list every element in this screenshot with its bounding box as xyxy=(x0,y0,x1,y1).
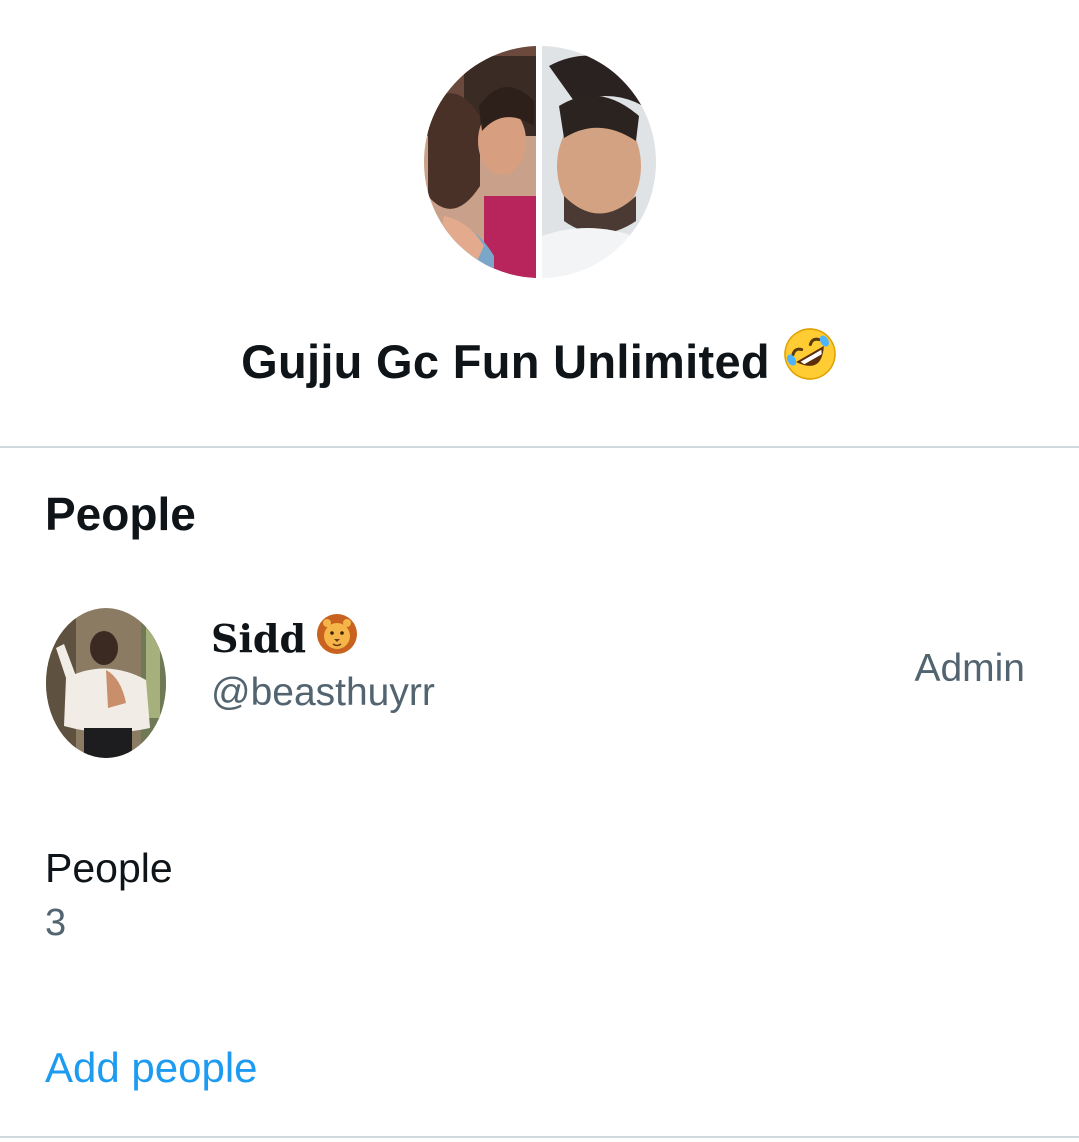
bottom-divider xyxy=(0,1136,1079,1138)
member-name-text: Sidd xyxy=(211,616,307,661)
group-avatar-image xyxy=(424,46,656,278)
people-count-label: People xyxy=(45,845,173,891)
people-count-value: 3 xyxy=(45,902,67,944)
member-row[interactable]: Sidd @beasthuyrr Admin xyxy=(0,600,1079,768)
group-info-screen: Gujju Gc Fun Unlimited People Sidd @beas… xyxy=(0,0,1079,1142)
lion-face-emoji-icon xyxy=(316,613,358,667)
group-name-heading: Gujju Gc Fun Unlimited xyxy=(0,327,1079,398)
rolling-on-floor-laughing-emoji-icon xyxy=(782,326,838,398)
group-avatar[interactable] xyxy=(424,46,656,278)
member-display-name: Sidd xyxy=(211,613,358,667)
section-divider xyxy=(0,446,1079,448)
group-name-text: Gujju Gc Fun Unlimited xyxy=(241,335,770,388)
member-role-badge: Admin xyxy=(914,647,1025,690)
member-avatar[interactable] xyxy=(46,608,166,758)
member-handle: @beasthuyrr xyxy=(211,671,435,714)
member-avatar-image xyxy=(46,608,166,758)
people-section-title: People xyxy=(45,488,196,540)
add-people-link[interactable]: Add people xyxy=(45,1040,258,1096)
